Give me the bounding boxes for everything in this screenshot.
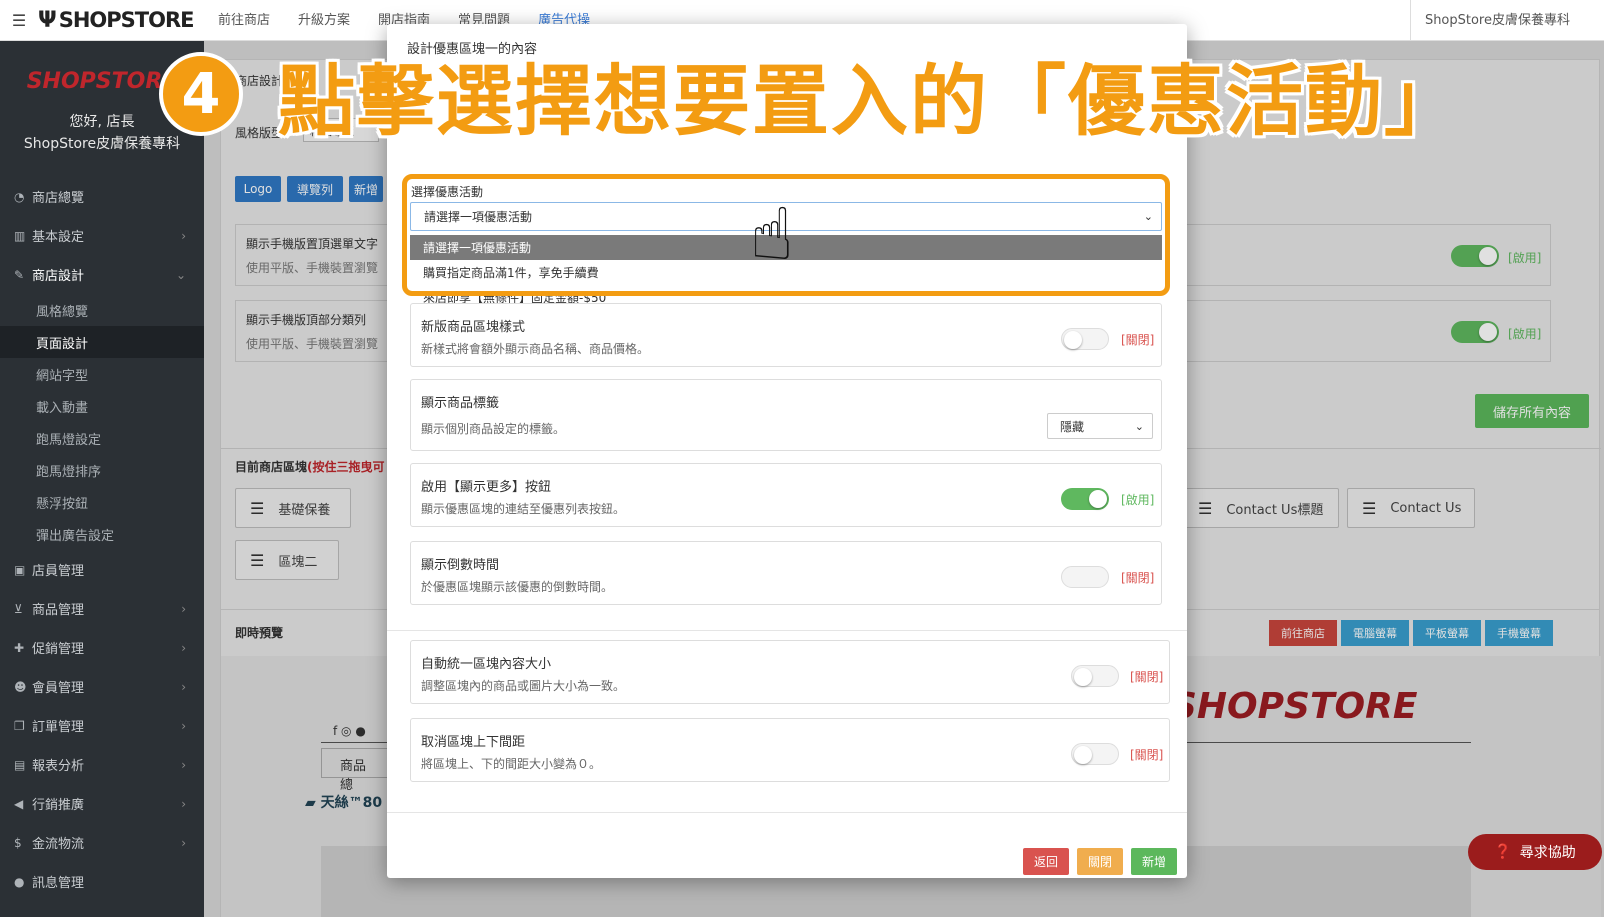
sidebar-sub-fonts[interactable]: 網站字型 <box>0 358 204 390</box>
setting-product-tags: 顯示商品標籤 顯示個別商品設定的標籤。 隱藏 ⌄ <box>410 379 1162 451</box>
chevron-down-icon: ⌄ <box>175 267 186 282</box>
sidebar-item-orders[interactable]: ❐ 訂單管理 › <box>0 706 204 745</box>
setting-auto-size: 自動統一區塊內容大小 調整區塊內的商品或圖片大小為一致。 [關閉] <box>410 640 1170 704</box>
comments-icon: ● <box>14 874 25 889</box>
setting-new-block-style: 新版商品區塊樣式 新樣式將會額外顯示商品名稱、商品價格。 [關閉] <box>410 303 1162 367</box>
brand-logo[interactable]: Ψ SHOPSTORE <box>38 0 204 41</box>
bank-icon: ▥ <box>14 228 26 243</box>
new-block-style-toggle[interactable] <box>1061 328 1109 350</box>
sidebar-sub-popup-ad[interactable]: 彈出廣告設定 <box>0 518 204 550</box>
chevron-right-icon: › <box>181 718 186 733</box>
shopstore-logo-icon: Ψ <box>38 7 57 33</box>
sidebar-item-products[interactable]: ⊻ 商品管理 › <box>0 589 204 628</box>
show-more-toggle[interactable] <box>1061 488 1109 510</box>
back-button[interactable]: 返回 <box>1023 848 1069 875</box>
chevron-right-icon: › <box>181 835 186 850</box>
auto-size-toggle[interactable] <box>1071 665 1119 687</box>
nav-goto-store[interactable]: 前往商店 <box>204 0 284 41</box>
remove-spacing-toggle[interactable] <box>1071 743 1119 765</box>
sidebar-item-payment[interactable]: $ 金流物流 › <box>0 823 204 862</box>
design-modal: 設計優惠區塊一的內容 選擇優惠活動 請選擇一項優惠活動 ⌄ 請選擇一項優惠活動 … <box>387 24 1187 878</box>
step-instruction: 點擊選擇想要置入的「優惠活動」 <box>278 58 1463 147</box>
countdown-toggle[interactable] <box>1061 566 1109 588</box>
sidebar-menu: ◔ 商店總覽 ▥ 基本設定 › ✎ 商店設計 ⌄ 風格總覽 頁面設計 網站字型 載入動畫 … <box>0 177 204 901</box>
chevron-right-icon: › <box>181 640 186 655</box>
sidebar-item-messages[interactable]: ● 訊息管理 <box>0 862 204 901</box>
step-number-badge: 4 <box>159 52 243 136</box>
brand-text: SHOPSTORE <box>58 8 195 32</box>
sidebar-item-members[interactable]: ☻ 會員管理 › <box>0 667 204 706</box>
nav-upgrade[interactable]: 升級方案 <box>284 0 364 41</box>
sidebar-shop-name: ShopStore皮膚保養專科 <box>23 136 181 152</box>
question-chat-icon: ❓ <box>1494 844 1512 860</box>
sidebar-item-store-design[interactable]: ✎ 商店設計 ⌄ <box>0 255 204 294</box>
lock-icon: ▣ <box>14 562 26 577</box>
gift-icon: ✚ <box>14 640 25 655</box>
sidebar-sub-marquee-order[interactable]: 跑馬燈排序 <box>0 454 204 486</box>
help-button[interactable]: ❓ 尋求協助 <box>1468 834 1602 870</box>
brush-icon: ✎ <box>14 267 25 282</box>
hamburger-icon[interactable]: ☰ <box>0 0 38 41</box>
chevron-right-icon: › <box>181 228 186 243</box>
sidebar-item-marketing[interactable]: ◀ 行銷推廣 › <box>0 784 204 823</box>
modal-footer-divider <box>387 812 1187 813</box>
sidebar-sub-floating-button[interactable]: 懸浮按鈕 <box>0 486 204 518</box>
add-button[interactable]: 新增 <box>1131 848 1177 875</box>
sidebar-sub-marquee-settings[interactable]: 跑馬燈設定 <box>0 422 204 454</box>
chevron-right-icon: › <box>181 679 186 694</box>
shop-name-menu[interactable]: ShopStore皮膚保養專科 <box>1409 0 1570 41</box>
dashboard-icon: ◔ <box>14 189 25 204</box>
sidebar-sub-page-design[interactable]: 頁面設計 <box>0 326 204 358</box>
close-button[interactable]: 關閉 <box>1077 848 1123 875</box>
dollar-icon: $ <box>14 835 22 850</box>
pointing-hand-icon: ☝ <box>750 192 794 276</box>
chevron-down-icon: ⌄ <box>1134 420 1144 433</box>
chevron-right-icon: › <box>181 601 186 616</box>
sidebar: SHOPSTORE 您好, 店長 ShopStore皮膚保養專科 ◔ 商店總覽 ▥… <box>0 41 204 917</box>
sidebar-item-overview[interactable]: ◔ 商店總覽 <box>0 177 204 216</box>
sidebar-item-staff[interactable]: ▣ 店員管理 <box>0 550 204 589</box>
setting-show-more-button: 啟用【顯示更多】按鈕 顯示優惠區塊的連結至優惠列表按鈕。 [啟用] <box>410 463 1162 527</box>
copy-icon: ❐ <box>14 718 25 733</box>
sidebar-sub-style-overview[interactable]: 風格總覽 <box>0 294 204 326</box>
product-tags-select[interactable]: 隱藏 ⌄ <box>1047 413 1153 439</box>
sidebar-item-promotions[interactable]: ✚ 促銷管理 › <box>0 628 204 667</box>
bullhorn-icon: ◀ <box>14 796 24 811</box>
sidebar-item-reports[interactable]: ▤ 報表分析 › <box>0 745 204 784</box>
cart-icon: ⊻ <box>14 601 23 616</box>
sidebar-item-basic-settings[interactable]: ▥ 基本設定 › <box>0 216 204 255</box>
sidebar-sub-loading-animation[interactable]: 載入動畫 <box>0 390 204 422</box>
setting-countdown: 顯示倒數時間 於優惠區塊顯示該優惠的倒數時間。 [關閉] <box>410 541 1162 605</box>
chevron-right-icon: › <box>181 757 186 772</box>
chart-icon: ▤ <box>14 757 26 772</box>
users-icon: ☻ <box>14 679 27 694</box>
modal-divider <box>387 630 1187 631</box>
chevron-right-icon: › <box>181 796 186 811</box>
setting-remove-spacing: 取消區塊上下間距 將區塊上、下的間距大小變為０。 [關閉] <box>410 718 1170 782</box>
